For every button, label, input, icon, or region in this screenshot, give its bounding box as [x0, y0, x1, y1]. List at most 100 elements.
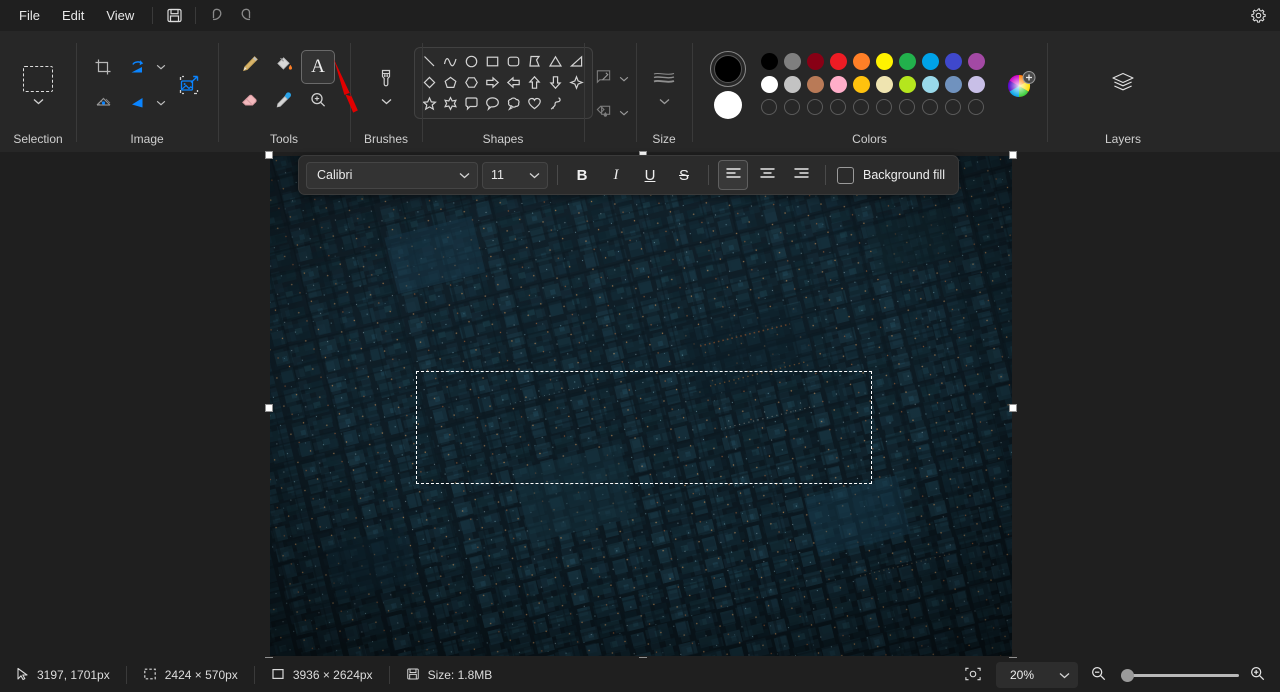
fit-to-window-button[interactable]	[954, 666, 992, 684]
size-button[interactable]	[647, 62, 681, 108]
color-swatch-brown[interactable]	[806, 76, 824, 93]
shape-rectangle-icon[interactable]	[483, 52, 503, 72]
color-swatch-lime[interactable]	[898, 76, 916, 93]
shape-fill-dropdown[interactable]	[589, 99, 617, 127]
rotate-icon[interactable]	[120, 50, 154, 84]
shape-rounded-rectangle-icon[interactable]	[504, 52, 524, 72]
shape-five-point-star-icon[interactable]	[420, 94, 440, 114]
save-button[interactable]	[160, 4, 188, 28]
font-family-dropdown[interactable]: Calibri	[306, 161, 478, 189]
shape-cloud-callout-icon[interactable]	[504, 94, 524, 114]
color-swatch-custom-4[interactable]	[829, 99, 846, 115]
align-left-button[interactable]	[718, 160, 748, 190]
shape-rectangular-callout-icon[interactable]	[462, 94, 482, 114]
size-chevron-down-icon[interactable]	[657, 96, 671, 108]
menu-edit[interactable]: Edit	[51, 4, 95, 27]
settings-button[interactable]	[1244, 4, 1272, 28]
secondary-color-button[interactable]	[713, 90, 742, 119]
shape-line-icon[interactable]	[420, 52, 440, 72]
pencil-tool[interactable]	[233, 50, 267, 84]
zoom-out-button[interactable]	[1082, 666, 1113, 684]
redo-button[interactable]	[231, 4, 259, 28]
color-swatch-custom-8[interactable]	[921, 99, 938, 115]
color-swatch-custom-6[interactable]	[875, 99, 892, 115]
color-swatch-orange[interactable]	[852, 53, 870, 70]
shape-fill-chevron-down-icon[interactable]	[617, 107, 631, 119]
color-swatch-custom-7[interactable]	[898, 99, 915, 115]
color-swatch-custom-10[interactable]	[967, 99, 984, 115]
canvas-handle-middle-right[interactable]	[1009, 404, 1017, 412]
selection-tool[interactable]	[21, 62, 55, 108]
brushes-chevron-down-icon[interactable]	[379, 96, 393, 108]
undo-button[interactable]	[203, 4, 231, 28]
color-swatch-light-blue[interactable]	[921, 76, 939, 93]
shape-six-point-star-icon[interactable]	[441, 94, 461, 114]
color-palette[interactable]	[758, 50, 988, 119]
canvas-handle-top-left[interactable]	[265, 151, 273, 159]
flip-chevron-down-icon[interactable]	[154, 97, 168, 109]
selection-marquee[interactable]	[416, 371, 872, 484]
color-swatch-red[interactable]	[829, 53, 847, 70]
color-swatch-black[interactable]	[760, 53, 778, 70]
canvas-handle-middle-left[interactable]	[265, 404, 273, 412]
shape-left-arrow-icon[interactable]	[504, 73, 524, 93]
selection-chevron-down-icon[interactable]	[31, 96, 45, 108]
shape-polygon-icon[interactable]	[525, 52, 545, 72]
shape-pentagon-icon[interactable]	[441, 73, 461, 93]
color-swatch-lavender[interactable]	[967, 76, 985, 93]
zoom-level-dropdown[interactable]: 20%	[996, 662, 1078, 688]
color-swatch-dark-red[interactable]	[806, 53, 824, 70]
menu-view[interactable]: View	[95, 4, 145, 27]
primary-color-button[interactable]	[709, 50, 746, 87]
shape-outline-chevron-down-icon[interactable]	[617, 73, 631, 85]
image-canvas[interactable]	[270, 156, 1012, 656]
shape-diamond-icon[interactable]	[420, 73, 440, 93]
underline-button[interactable]: U	[635, 160, 665, 190]
menu-file[interactable]: File	[8, 4, 51, 27]
color-swatch-gray[interactable]	[783, 53, 801, 70]
color-swatch-blue[interactable]	[921, 53, 939, 70]
color-swatch-custom-2[interactable]	[783, 99, 800, 115]
rectangular-selection-icon[interactable]	[21, 62, 55, 96]
color-swatch-cream[interactable]	[875, 76, 893, 93]
font-size-dropdown[interactable]: 11	[482, 161, 548, 189]
shape-outline-dropdown[interactable]	[589, 65, 617, 93]
shape-oval-icon[interactable]	[462, 52, 482, 72]
canvas-handle-top-right[interactable]	[1009, 151, 1017, 159]
bold-button[interactable]: B	[567, 160, 597, 190]
color-swatch-custom-9[interactable]	[944, 99, 961, 115]
background-fill-toggle[interactable]: Background fill	[835, 166, 951, 184]
brushes-button[interactable]	[369, 62, 403, 108]
color-swatch-yellow[interactable]	[875, 53, 893, 70]
color-swatch-custom-1[interactable]	[760, 99, 777, 115]
shape-lightning-icon[interactable]	[546, 94, 566, 114]
shape-down-arrow-icon[interactable]	[546, 73, 566, 93]
zoom-slider-thumb[interactable]	[1121, 668, 1134, 682]
resize-image-icon[interactable]	[170, 66, 208, 104]
color-swatch-custom-3[interactable]	[806, 99, 823, 115]
size-lines-icon[interactable]	[647, 62, 681, 96]
shape-right-arrow-icon[interactable]	[483, 73, 503, 93]
crop-icon[interactable]	[86, 50, 120, 84]
color-swatch-custom-5[interactable]	[852, 99, 869, 115]
zoom-in-button[interactable]	[1247, 666, 1280, 684]
color-swatch-white[interactable]	[760, 76, 778, 93]
shape-up-arrow-icon[interactable]	[525, 73, 545, 93]
strikethrough-button[interactable]: S	[669, 160, 699, 190]
shape-curve-icon[interactable]	[441, 52, 461, 72]
rotate-chevron-down-icon[interactable]	[154, 61, 168, 73]
eraser-tool[interactable]	[233, 86, 267, 120]
color-swatch-indigo[interactable]	[944, 53, 962, 70]
transparent-selection-icon[interactable]	[86, 86, 120, 120]
magnifier-tool[interactable]	[301, 86, 335, 120]
color-swatch-pink[interactable]	[829, 76, 847, 93]
flip-icon[interactable]	[120, 86, 154, 120]
align-right-button[interactable]	[786, 160, 816, 190]
shape-hexagon-icon[interactable]	[462, 73, 482, 93]
color-swatch-green[interactable]	[898, 53, 916, 70]
color-swatch-steel-blue[interactable]	[944, 76, 962, 93]
shape-triangle-icon[interactable]	[546, 52, 566, 72]
text-tool[interactable]: A	[301, 49, 335, 84]
zoom-slider[interactable]	[1121, 668, 1239, 682]
layers-button[interactable]	[1104, 66, 1142, 104]
